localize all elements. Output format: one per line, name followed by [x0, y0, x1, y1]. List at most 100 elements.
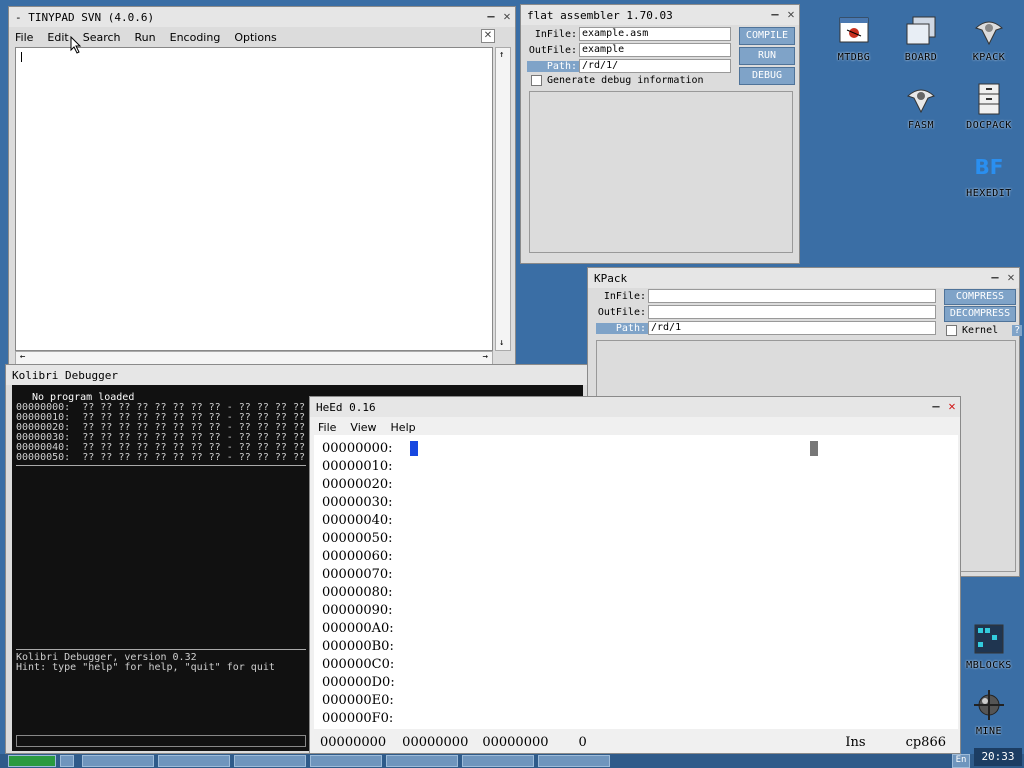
- tinypad-horizontal-scrollbar[interactable]: ← →: [15, 351, 493, 365]
- menu-encoding[interactable]: Encoding: [170, 31, 221, 44]
- desktop-icon-board[interactable]: BOARD: [889, 14, 953, 63]
- fasm-outfile-input[interactable]: example: [579, 43, 731, 57]
- heed-minimize-button[interactable]: —: [928, 399, 944, 415]
- hex-offset: 00000020:: [322, 477, 393, 492]
- debugger-divider: [16, 465, 306, 466]
- kpack-infile-label: InFile:: [603, 290, 646, 302]
- tinypad-menubar: File Edit Search Run Encoding Options ✕: [9, 27, 515, 47]
- fasm-debug-info-checkbox[interactable]: [531, 75, 542, 86]
- ascii-cursor: [810, 441, 818, 456]
- debugger-hint-line: Hint: type "help" for help, "quit" for q…: [16, 662, 275, 673]
- fasm-path-button[interactable]: Path:: [527, 60, 579, 72]
- tinypad-tab-close-button[interactable]: ✕: [481, 29, 495, 43]
- tinypad-vertical-scrollbar[interactable]: ↑ ↓: [495, 47, 511, 351]
- debugger-titlebar[interactable]: Kolibri Debugger: [6, 365, 587, 385]
- kpack-path-input[interactable]: /rd/1: [648, 321, 936, 335]
- debug-button[interactable]: DEBUG: [739, 67, 795, 85]
- heed-menu-help[interactable]: Help: [391, 421, 416, 434]
- taskbar-task[interactable]: [310, 755, 382, 767]
- fasm-path-row: Path: /rd/1/: [527, 59, 731, 73]
- scroll-down-arrow-icon[interactable]: ↓: [499, 338, 504, 348]
- menu-start-button[interactable]: [8, 755, 56, 767]
- kpack-path-row: Path: /rd/1: [596, 321, 936, 335]
- kpack-minimize-button[interactable]: —: [987, 270, 1003, 286]
- desktop-icon-kpack[interactable]: KPACK: [957, 14, 1021, 63]
- kpack-title: KPack: [594, 271, 628, 285]
- scroll-left-arrow-icon[interactable]: ←: [20, 352, 25, 362]
- fasm-path-input[interactable]: /rd/1/: [579, 59, 731, 73]
- language-indicator[interactable]: En: [952, 754, 970, 768]
- kpack-path-button[interactable]: Path:: [596, 322, 648, 334]
- taskbar-task[interactable]: [82, 755, 154, 767]
- kpack-kernel-checkbox[interactable]: [946, 325, 957, 336]
- kpack-close-button[interactable]: ✕: [1003, 270, 1019, 286]
- taskbar-task[interactable]: [538, 755, 610, 767]
- heed-titlebar[interactable]: HeEd 0.16 — ✕: [310, 397, 960, 417]
- hex-offset: 00000060:: [322, 549, 393, 564]
- compress-button[interactable]: COMPRESS: [944, 289, 1016, 305]
- status-mode: Ins: [845, 734, 866, 750]
- taskbar-task[interactable]: [234, 755, 306, 767]
- scroll-right-arrow-icon[interactable]: →: [483, 352, 488, 362]
- kpack-infile-row: InFile:: [596, 289, 936, 303]
- status-codepage: cp866: [905, 734, 946, 750]
- menu-edit[interactable]: Edit: [47, 31, 68, 44]
- kpack-help-button[interactable]: ?: [1012, 325, 1023, 336]
- decompress-button[interactable]: DECOMPRESS: [944, 306, 1016, 322]
- heed-hex-area[interactable]: 00000000: 00000010: 00000020: 00000030: …: [314, 435, 958, 729]
- hex-offset: 000000F0:: [322, 711, 394, 726]
- compile-button[interactable]: COMPILE: [739, 27, 795, 45]
- desktop-icon-fasm[interactable]: FASM: [889, 82, 953, 131]
- hex-offset: 00000010:: [322, 459, 393, 474]
- fasm-titlebar[interactable]: flat assembler 1.70.03 — ✕: [521, 5, 799, 25]
- taskbar-task[interactable]: [158, 755, 230, 767]
- mouse-pointer-icon: [70, 36, 82, 54]
- desktop-icon-mblocks[interactable]: MBLOCKS: [957, 622, 1021, 671]
- hex-offset: 000000E0:: [322, 693, 394, 708]
- debugger-command-input[interactable]: [16, 735, 306, 747]
- hex-offset: 000000A0:: [322, 621, 394, 636]
- fasm-title: flat assembler 1.70.03: [527, 8, 673, 22]
- tinypad-editor[interactable]: [15, 47, 493, 351]
- heed-menu-view[interactable]: View: [350, 421, 376, 434]
- status-offset-1: 00000000: [320, 734, 387, 750]
- heed-menu-file[interactable]: File: [318, 421, 336, 434]
- desktop-icon-mine[interactable]: MINE: [957, 688, 1021, 737]
- taskbar-arrow-button[interactable]: [60, 755, 74, 767]
- menu-search[interactable]: Search: [83, 31, 121, 44]
- hex-offset: 000000B0:: [322, 639, 394, 654]
- scroll-up-arrow-icon[interactable]: ↑: [499, 50, 504, 60]
- taskbar-task[interactable]: [462, 755, 534, 767]
- heed-window[interactable]: HeEd 0.16 — ✕ File View Help 00000000: 0…: [309, 396, 961, 754]
- desktop-icon-hexedit[interactable]: BF HEXEDIT: [957, 150, 1021, 199]
- debugger-title: Kolibri Debugger: [12, 368, 118, 382]
- fasm-infile-input[interactable]: example.asm: [579, 27, 731, 41]
- fasm-debug-info-label: Generate debug information: [547, 75, 704, 86]
- kpack-titlebar[interactable]: KPack — ✕: [588, 268, 1019, 288]
- hex-offset: 000000C0:: [322, 657, 395, 672]
- fasm-output-area[interactable]: [529, 91, 793, 253]
- fasm-window[interactable]: flat assembler 1.70.03 — ✕ InFile: examp…: [520, 4, 800, 264]
- heed-close-button[interactable]: ✕: [944, 399, 960, 415]
- tinypad-titlebar[interactable]: - TINYPAD SVN (4.0.6) — ✕: [9, 7, 515, 27]
- fasm-close-button[interactable]: ✕: [783, 7, 799, 23]
- menu-file[interactable]: File: [15, 31, 33, 44]
- desktop-icon-docpack[interactable]: DOCPACK: [957, 82, 1021, 131]
- taskbar-task[interactable]: [386, 755, 458, 767]
- desktop-icon-mtdbg[interactable]: MTDBG: [822, 14, 886, 63]
- taskbar-clock[interactable]: 20:33: [974, 748, 1022, 766]
- tinypad-close-button[interactable]: ✕: [499, 9, 515, 25]
- debugger-divider: [16, 649, 306, 650]
- hex-offset: 00000070:: [322, 567, 393, 582]
- tinypad-window[interactable]: - TINYPAD SVN (4.0.6) — ✕ File Edit Sear…: [8, 6, 516, 366]
- fasm-infile-row: InFile: example.asm: [527, 27, 731, 41]
- menu-run[interactable]: Run: [135, 31, 156, 44]
- fasm-minimize-button[interactable]: —: [767, 7, 783, 23]
- menu-options[interactable]: Options: [234, 31, 276, 44]
- kpack-infile-input[interactable]: [648, 289, 936, 303]
- fasm-outfile-row: OutFile: example: [527, 43, 731, 57]
- run-button[interactable]: RUN: [739, 47, 795, 65]
- tinypad-minimize-button[interactable]: —: [483, 9, 499, 25]
- hex-cursor: [410, 441, 418, 456]
- kpack-outfile-input[interactable]: [648, 305, 936, 319]
